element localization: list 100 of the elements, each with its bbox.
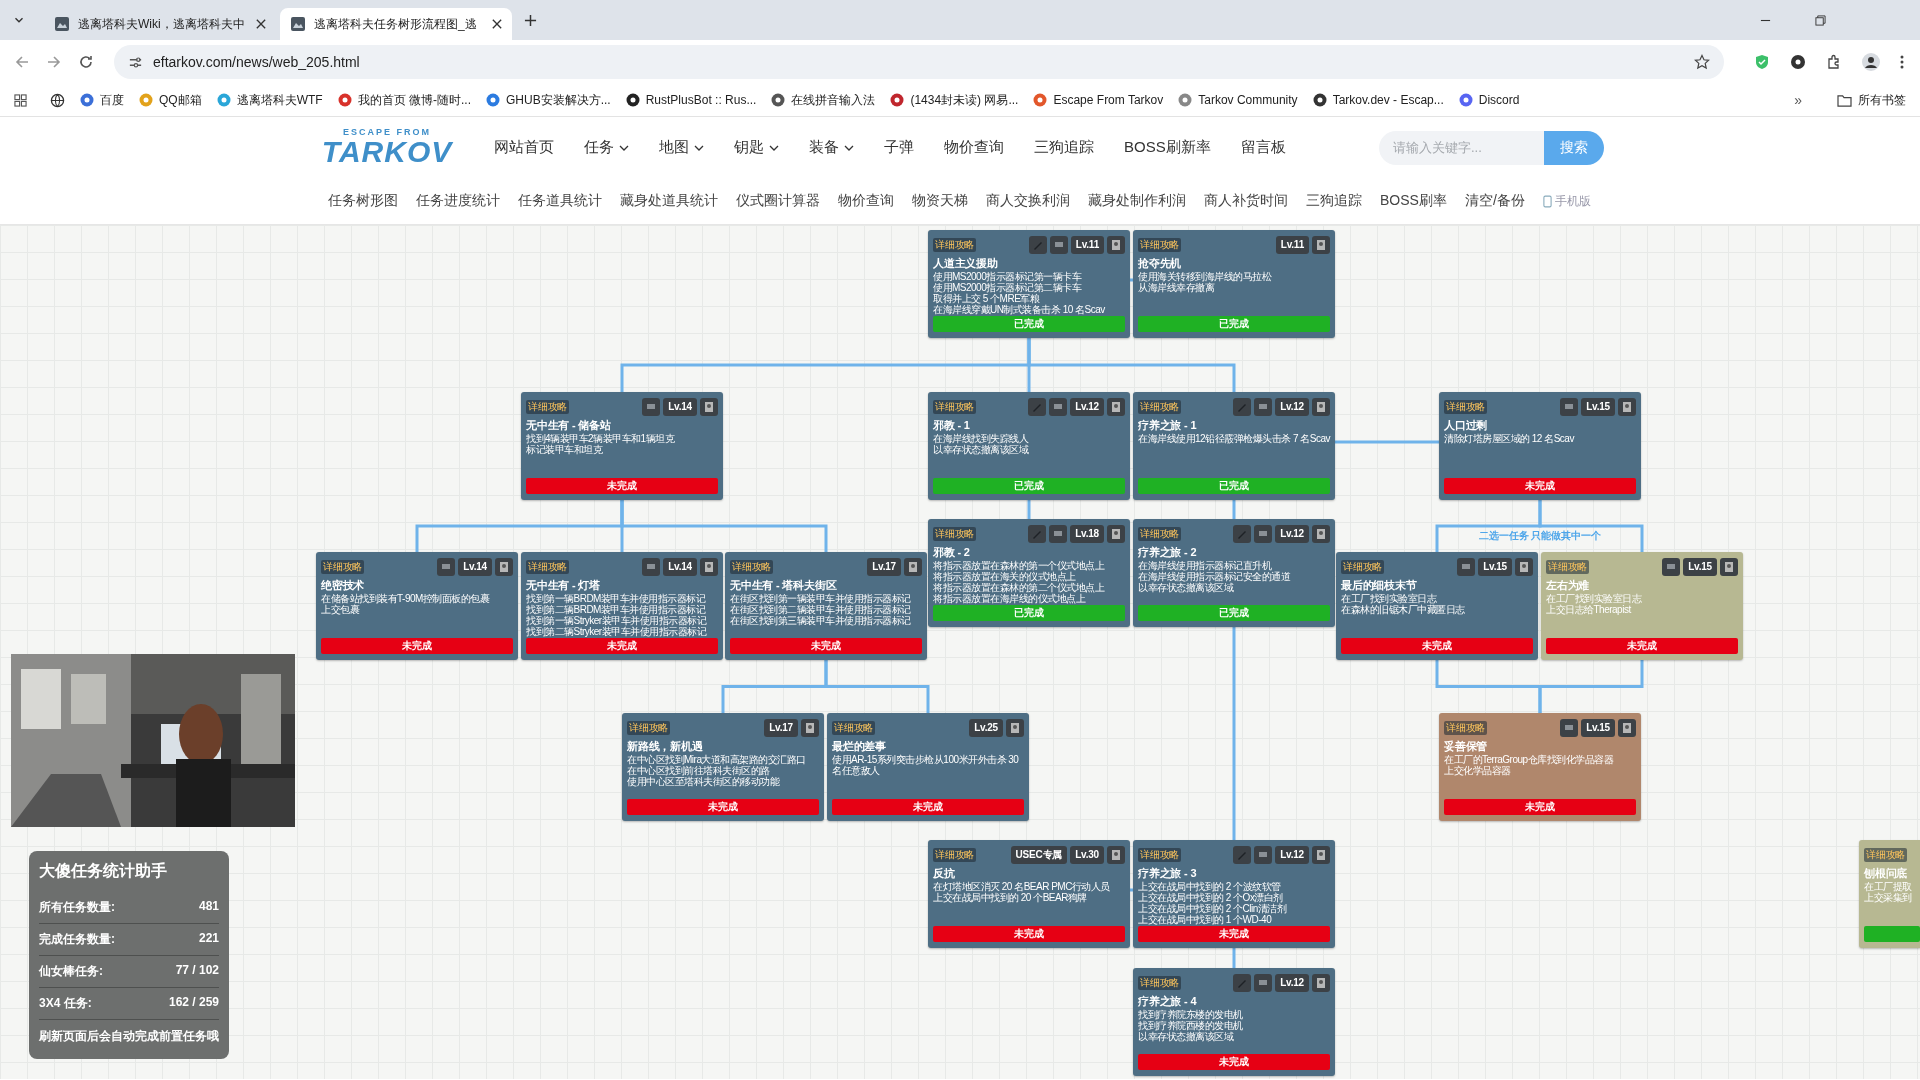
bookmark-link[interactable]: 我的首页 微博-随时... [337,91,471,109]
level-tag: Lv.11 [1275,235,1309,254]
bookmark-link[interactable]: Tarkov.dev - Escap... [1312,93,1444,107]
status-button[interactable]: 未完成 [321,638,513,654]
level-tag: Lv.14 [663,397,697,416]
guide-link[interactable]: 详细攻略 [1138,399,1182,414]
bookmark-link[interactable]: Tarkov Community [1178,93,1298,107]
guide-link[interactable]: 详细攻略 [526,559,570,574]
guide-link[interactable]: 详细攻略 [1444,399,1488,414]
status-button[interactable]: 未完成 [526,638,718,654]
objective-text: 在海岸线使用指示器标记直升机 [1138,560,1272,571]
guide-link[interactable]: 详细攻略 [1138,847,1182,862]
objective-text: 将指示器放置在森林的第二个仪式地点上 [933,582,1106,593]
stat-label: 完成任务数量: [39,931,115,948]
nav-link[interactable]: 装备 [809,138,854,157]
status-button[interactable]: 未完成 [1444,478,1636,494]
guide-link[interactable]: 详细攻略 [933,526,977,541]
task-title: 无中生有 - 储备站 [526,418,612,432]
bookmark-link[interactable]: QQ邮箱 [139,91,202,109]
bookmark-link[interactable]: (1434封未读) 网易... [890,91,1019,109]
nav-link[interactable]: 任务 [584,138,629,157]
objective-text: 从海岸线幸存撤离 [1138,282,1214,293]
task-title: 人道主义援助 [933,256,999,270]
browser-tab[interactable]: 逃离塔科夫任务树形流程图_逃 [280,8,512,40]
guide-link[interactable]: 详细攻略 [933,399,977,414]
guide-link[interactable]: 详细攻略 [730,559,774,574]
nav-link[interactable]: BOSS刷新率 [1124,138,1211,157]
subnav-link[interactable]: 三狗追踪 [1306,192,1362,210]
guide-link[interactable]: 详细攻略 [1444,720,1488,735]
nav-link[interactable]: 地图 [659,138,704,157]
stat-value: 162 / 259 [168,995,219,1011]
guide-link[interactable]: 详细攻略 [933,237,977,252]
objective-text: 找到第一辆BRDM装甲车并使用指示器标记 [526,593,707,604]
subnav-link[interactable]: 藏身处道具统计 [620,192,718,210]
stat-value: 221 [198,931,219,947]
task-title: 无中生有 - 灯塔 [526,578,601,592]
subnav-link[interactable]: 物资天梯 [912,192,968,210]
objective-text: 取得并上交 5 个MRE军粮 [933,293,1040,304]
objective-text: 在中心区找到前往塔科夫街区的路 [627,765,770,776]
subnav-link[interactable]: 清空/备份 [1464,192,1525,210]
level-tag: Lv.11 [1070,235,1104,254]
subnav-link[interactable]: 任务树形图 [328,192,398,210]
status-button[interactable]: 未完成 [933,926,1125,942]
subnav-link[interactable]: 商人补货时间 [1204,192,1288,210]
address-field[interactable]: eftarkov.com/news/web_205.html [114,45,1724,79]
subnav-link[interactable]: 任务进度统计 [416,192,500,210]
objective-text: 上交包裹 [321,604,360,615]
subnav-link[interactable]: BOSS刷率 [1380,192,1447,210]
status-button[interactable]: 未完成 [1444,799,1636,815]
stat-label: 所有任务数量: [39,899,115,916]
subnav-link[interactable]: 仪式圈计算器 [736,192,820,210]
subnav-link[interactable]: 商人交换利润 [986,192,1070,210]
stat-value: 77 / 102 [175,963,219,979]
guide-link[interactable]: 详细攻略 [526,399,570,414]
bookmark-link[interactable]: 所有书签 [1837,91,1906,109]
site-logo[interactable]: ESCAPE FROM TARKOV [322,128,452,167]
guide-link[interactable]: 详细攻略 [1138,237,1182,252]
guide-link[interactable]: 详细攻略 [1864,847,1908,862]
task-title: 妥善保管 [1444,739,1489,753]
guide-link[interactable]: 详细攻略 [1341,559,1385,574]
guide-link[interactable]: 详细攻略 [933,847,977,862]
guide-link[interactable]: 详细攻略 [627,720,671,735]
status-button[interactable]: 未完成 [832,799,1024,815]
guide-link[interactable]: 详细攻略 [832,720,876,735]
level-tag: Lv.12 [1275,397,1309,416]
status-button[interactable]: 未完成 [1138,926,1330,942]
nav-link[interactable]: 网站首页 [494,138,554,157]
bookmark-link[interactable]: 百度 [80,91,124,109]
bookmark-link[interactable]: Escape From Tarkov [1033,93,1164,107]
nav-link[interactable]: 物价查询 [944,138,1004,157]
subnav-link[interactable]: 任务道具统计 [518,192,602,210]
task-title: 邪教 - 2 [933,545,971,559]
guide-link[interactable]: 详细攻略 [321,559,365,574]
status-button[interactable]: 未完成 [1546,638,1738,654]
nav-link[interactable]: 钥匙 [734,138,779,157]
status-button[interactable]: 未完成 [526,478,718,494]
status-button[interactable]: 未完成 [627,799,819,815]
status-button[interactable]: 未完成 [730,638,922,654]
subnav-link[interactable]: 藏身处制作利润 [1088,192,1186,210]
bookmark-link[interactable]: GHUB安装解决方... [486,91,611,109]
subnav-link[interactable]: 物价查询 [838,192,894,210]
nav-link[interactable]: 子弹 [884,138,914,157]
guide-link[interactable]: 详细攻略 [1138,526,1182,541]
nav-link[interactable]: 三狗追踪 [1034,138,1094,157]
bookmark-link[interactable]: RustPlusBot :: Rus... [625,93,757,107]
guide-link[interactable]: 详细攻略 [1546,559,1590,574]
browser-tab[interactable]: 逃离塔科夫Wiki，逃离塔科夫中 [44,8,276,40]
bookmark-link[interactable]: Discord [1458,93,1520,107]
objective-text: 使用MS2000指示器标记第二辆卡车 [933,282,1083,293]
objective-text: 上交采集到 [1864,892,1913,903]
guide-link[interactable]: 详细攻略 [1138,975,1182,990]
more-bookmarks[interactable]: » [1794,92,1802,108]
bookmark-link[interactable]: 在线拼音输入法 [771,91,876,109]
status-button[interactable]: 未完成 [1341,638,1533,654]
objective-text: 在灯塔地区消灭 20 名BEAR PMC行动人员 [933,881,1111,892]
status-button[interactable]: 未完成 [1138,1054,1330,1070]
nav-link[interactable]: 留言板 [1240,138,1286,157]
search-field[interactable]: 请输入关键字... [1379,130,1544,165]
task-title: 左右为难 [1546,578,1591,592]
bookmark-link[interactable]: 逃离塔科夫WTF [216,91,323,109]
